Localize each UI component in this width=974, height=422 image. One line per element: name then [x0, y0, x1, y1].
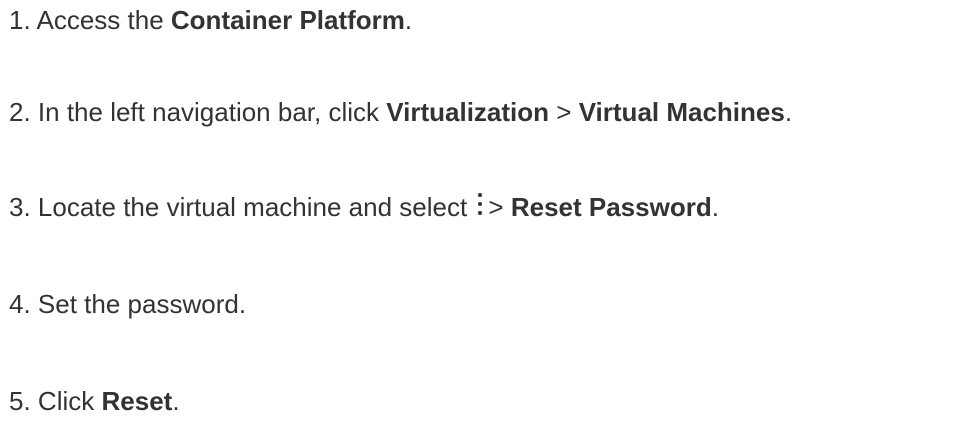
ui-term-virtual-machines: Virtual Machines — [578, 97, 785, 127]
step-4: 4. Set the password. — [9, 288, 246, 320]
menu-separator: > — [488, 192, 504, 222]
kebab-icon — [474, 192, 486, 218]
step-1: 1. Access the Container Platform. — [9, 4, 412, 36]
step-text: Click — [37, 386, 95, 416]
ui-term-reset-password: Reset Password — [510, 192, 712, 222]
menu-separator: > — [556, 97, 572, 127]
step-text: Locate the virtual machine and select — [37, 192, 468, 222]
ui-term-reset: Reset — [101, 386, 173, 416]
step-number: 5. — [9, 386, 31, 416]
step-punctuation: . — [172, 386, 180, 416]
step-5: 5. Click Reset. — [9, 385, 180, 417]
step-punctuation: . — [784, 97, 793, 127]
ui-term-virtualization: Virtualization — [386, 97, 550, 127]
ui-term-container-platform: Container Platform — [170, 5, 405, 35]
step-3: 3. Locate the virtual machine and select… — [9, 191, 719, 223]
step-2: 2. In the left navigation bar, click Vir… — [9, 96, 792, 128]
step-number: 1. — [9, 5, 31, 35]
step-number: 2. — [9, 97, 31, 127]
steps-list: 1. Access the Container Platform. 2. In … — [0, 0, 974, 422]
step-punctuation: . — [404, 5, 413, 35]
step-text: Set the password. — [37, 289, 247, 319]
step-text: In the left navigation bar, click — [37, 97, 380, 127]
step-number: 3. — [9, 192, 31, 222]
step-number: 4. — [9, 289, 31, 319]
step-punctuation: . — [711, 192, 719, 222]
step-text: Access the — [36, 5, 164, 35]
